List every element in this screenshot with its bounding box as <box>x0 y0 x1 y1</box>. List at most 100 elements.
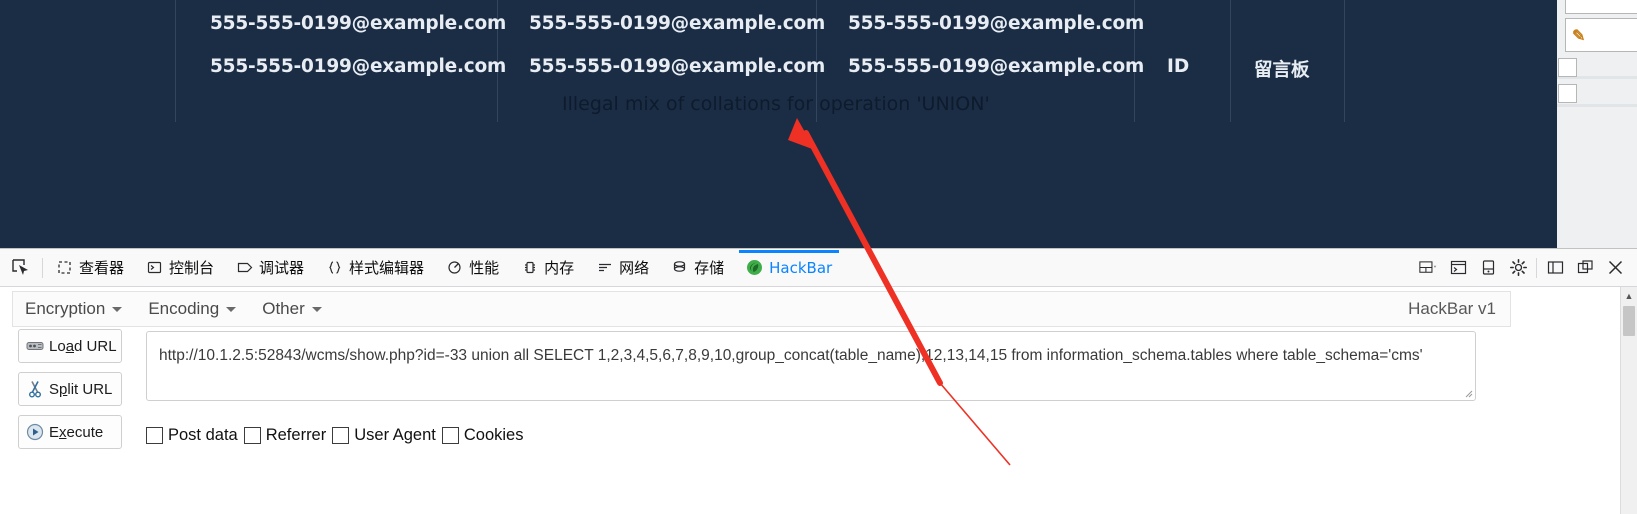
menu-other[interactable]: Other <box>250 293 336 325</box>
hackbar-icon <box>746 259 763 276</box>
strip-panel-top <box>1565 0 1637 14</box>
responsive-design-mode-icon <box>1482 260 1494 275</box>
settings-button[interactable] <box>1504 254 1532 282</box>
strip-checkbox[interactable] <box>1558 84 1577 103</box>
inspector-icon <box>56 259 73 276</box>
checkbox-label: User Agent <box>354 426 436 444</box>
table-cell-email: 555-555-0199@example.com <box>210 13 507 34</box>
devtools-toolbar-right-buttons <box>1414 254 1637 282</box>
checkbox-user-agent[interactable]: User Agent <box>332 426 436 445</box>
checkbox-label: Referrer <box>265 426 327 444</box>
tab-performance[interactable]: 性能 <box>435 250 510 286</box>
table-column-divider <box>1230 0 1231 122</box>
menu-label: Encryption <box>25 299 106 318</box>
tab-label: 查看器 <box>79 259 125 277</box>
toggle-console-button[interactable] <box>1444 254 1472 282</box>
checkbox-box[interactable] <box>243 427 261 444</box>
strip-divider <box>1557 104 1637 107</box>
tab-hackbar[interactable]: HackBar <box>735 249 843 286</box>
tab-inspector[interactable]: 查看器 <box>45 250 135 286</box>
hackbar-panel: Encryption Encoding Other HackBar v1 Loa… <box>0 287 1637 514</box>
toolbar-divider <box>1536 257 1537 278</box>
checkbox-cookies[interactable]: Cookies <box>441 426 524 445</box>
sql-error-message: Illegal mix of collations for operation … <box>562 93 990 115</box>
scissors-icon <box>25 380 44 399</box>
strip-icon-button[interactable]: ✎ <box>1565 18 1637 52</box>
table-cell-email: 555-555-0199@example.com <box>210 56 507 77</box>
scroll-up-arrow-icon[interactable]: ▲ <box>1621 287 1637 304</box>
checkbox-label: Post data <box>168 426 238 444</box>
tab-memory[interactable]: 内存 <box>510 250 585 286</box>
url-textarea[interactable]: http://10.1.2.5:52843/wcms/show.php?id=-… <box>146 331 1476 401</box>
dock-to-side-icon <box>1547 261 1563 274</box>
tab-console[interactable]: 控制台 <box>135 250 225 286</box>
load-url-button[interactable]: Load URL <box>18 329 122 363</box>
menu-encryption[interactable]: Encryption <box>13 293 136 325</box>
tab-network[interactable]: 网络 <box>585 250 660 286</box>
tab-label: 控制台 <box>169 259 215 277</box>
storage-icon <box>671 259 688 276</box>
button-label: Execute <box>49 423 104 441</box>
memory-icon <box>521 259 538 276</box>
hackbar-options: Post data Referrer User Agent Cookies <box>146 426 530 445</box>
tab-debugger[interactable]: 调试器 <box>225 250 315 286</box>
checkbox-label: Cookies <box>463 426 524 444</box>
checkbox-box[interactable] <box>146 427 163 444</box>
load-url-icon <box>25 337 44 356</box>
hackbar-menubar: Encryption Encoding Other HackBar v1 <box>12 291 1511 327</box>
responsive-design-mode-button[interactable] <box>1474 254 1502 282</box>
tab-label: 存储 <box>694 259 725 277</box>
table-cell-email: 555-555-0199@example.com <box>848 13 1145 34</box>
hackbar-action-buttons: Load URL Split URL Execute <box>18 329 130 458</box>
textarea-resize-handle[interactable] <box>1464 389 1473 398</box>
element-picker-button[interactable] <box>0 250 40 286</box>
web-page-content: 555-555-0199@example.com 555-555-0199@ex… <box>0 0 1557 248</box>
tab-label: 性能 <box>469 259 500 277</box>
settings-gear-icon <box>1509 259 1527 276</box>
table-column-divider <box>1344 0 1345 122</box>
hackbar-version-label: HackBar v1 <box>1408 299 1496 318</box>
table-cell-id: ID <box>1167 56 1190 77</box>
tab-storage[interactable]: 存储 <box>660 250 735 286</box>
play-icon <box>25 423 44 442</box>
checkbox-referrer[interactable]: Referrer <box>243 426 327 445</box>
chevron-down-icon <box>311 306 322 312</box>
url-text: http://10.1.2.5:52843/wcms/show.php?id=-… <box>159 347 1423 364</box>
button-label: Split URL <box>49 380 113 398</box>
strip-checkbox[interactable] <box>1558 58 1577 77</box>
toolbar-divider <box>42 257 43 278</box>
menu-encoding[interactable]: Encoding <box>136 293 250 325</box>
browser-right-panel-strip: ✎ <box>1557 0 1637 248</box>
devtools-panel: 查看器 控制台 调试器 样式编辑器 性能 内存 网络 存储 HackBar En… <box>0 248 1637 514</box>
separate-window-button[interactable] <box>1571 254 1599 282</box>
tab-label: 网络 <box>619 259 650 277</box>
debugger-icon <box>236 259 253 276</box>
tab-style-editor[interactable]: 样式编辑器 <box>315 250 435 286</box>
table-cell-email: 555-555-0199@example.com <box>529 56 826 77</box>
execute-button[interactable]: Execute <box>18 415 122 449</box>
close-devtools-button[interactable] <box>1601 254 1629 282</box>
close-icon <box>1608 260 1622 275</box>
tab-label: 内存 <box>544 259 575 277</box>
table-column-divider <box>175 0 176 122</box>
checkbox-box[interactable] <box>441 427 459 444</box>
tab-label: 样式编辑器 <box>349 259 425 277</box>
scrollbar-thumb[interactable] <box>1623 306 1635 336</box>
pen-icon: ✎ <box>1572 25 1586 45</box>
tab-label: HackBar <box>769 258 833 277</box>
hackbar-scrollbar[interactable]: ▲ <box>1620 287 1637 514</box>
checkbox-post-data[interactable]: Post data <box>146 426 238 445</box>
table-cell-email: 555-555-0199@example.com <box>529 13 826 34</box>
split-url-button[interactable]: Split URL <box>18 372 122 406</box>
separate-window-icon <box>1577 260 1593 274</box>
split-console-layout-icon <box>1418 261 1436 273</box>
dock-to-side-button[interactable] <box>1541 254 1569 282</box>
tab-label: 调试器 <box>259 259 305 277</box>
toggle-console-icon <box>1450 260 1466 275</box>
chevron-down-icon <box>226 306 237 312</box>
split-console-layout-button[interactable] <box>1414 254 1442 282</box>
element-picker-icon <box>11 259 28 275</box>
table-cell-email: 555-555-0199@example.com <box>848 56 1145 77</box>
menu-label: Other <box>262 299 305 318</box>
checkbox-box[interactable] <box>332 427 350 444</box>
